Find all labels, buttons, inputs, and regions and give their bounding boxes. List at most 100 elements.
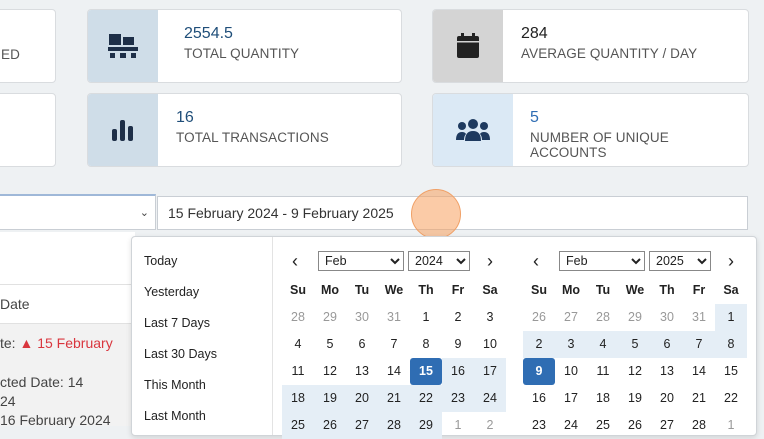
calendar-day[interactable]: 3 [555,331,587,358]
calendar-day[interactable]: 21 [683,385,715,412]
average-quantity-value: 284 [521,25,548,42]
calendar-day[interactable]: 12 [314,358,346,385]
calendar-day[interactable]: 31 [683,304,715,331]
calendar-day[interactable]: 23 [442,385,474,412]
month-select[interactable]: Feb [318,251,404,271]
calendar-day[interactable]: 6 [346,331,378,358]
calendar-day[interactable]: 5 [619,331,651,358]
weekday-header: Fr [451,283,465,297]
next-month-icon[interactable]: › [487,251,493,272]
calendar-day[interactable]: 4 [587,331,619,358]
calendar-day[interactable]: 22 [410,385,442,412]
calendar-day[interactable]: 11 [587,358,619,385]
weekday-header: Sa [723,283,739,297]
calendar-day[interactable]: 15 [715,358,747,385]
weekday-header: Mo [561,283,581,297]
weekday-header: Mo [320,283,340,297]
weekday-header: Tu [595,283,611,297]
calendar-day[interactable]: 10 [555,358,587,385]
calendar-day[interactable]: 9 [442,331,474,358]
next-month-icon[interactable]: › [728,251,734,272]
table-cell-label: te: ▲ 15 February [0,335,113,351]
calendar-day[interactable]: 16 [523,385,555,412]
calendar-day[interactable]: 14 [683,358,715,385]
year-select[interactable]: 2024 [408,251,470,271]
calendar-day[interactable]: 19 [619,385,651,412]
calendar-day[interactable]: 30 [651,304,683,331]
calendar-day[interactable]: 10 [474,331,506,358]
calendar-day[interactable]: 29 [619,304,651,331]
calendar-day[interactable]: 18 [587,385,619,412]
table-cell: cted Date: 14 [0,374,84,390]
calendar-day[interactable]: 20 [651,385,683,412]
calendar-day[interactable]: 17 [555,385,587,412]
range-last-month[interactable]: Last Month [144,409,206,423]
weekday-header: Fr [692,283,706,297]
calendar-day[interactable]: 8 [715,331,747,358]
calendar-day[interactable]: 18 [282,385,314,412]
calendar-day[interactable]: 19 [314,385,346,412]
calendar-day[interactable]: 21 [378,385,410,412]
calendar-day[interactable]: 28 [282,304,314,331]
unique-accounts-label: NUMBER OF UNIQUE ACCOUNTS [530,130,669,160]
calendar-icon [433,10,503,82]
calendar-day[interactable]: 13 [651,358,683,385]
calendar-day[interactable]: 2 [442,304,474,331]
range-last-7-days[interactable]: Last 7 Days [144,316,210,330]
calendar-day[interactable]: 9 [523,358,555,385]
date-range-picker: Today Yesterday Last 7 Days Last 30 Days… [131,236,757,439]
weekday-header: Tu [354,283,370,297]
weekday-header: We [384,283,404,297]
calendar-day[interactable]: 7 [378,331,410,358]
calendar-day[interactable]: 30 [346,304,378,331]
calendar-day[interactable]: 2 [523,331,555,358]
stat-card-partial-2 [0,93,56,167]
calendar-day[interactable]: 15 [410,358,442,385]
calendar-day[interactable]: 22 [715,385,747,412]
range-last-30-days[interactable]: Last 30 Days [144,347,217,361]
table-header-date: Date [0,296,30,312]
warning-icon: ▲ [19,335,34,351]
calendar-day[interactable]: 16 [442,358,474,385]
calendar-day[interactable]: 24 [474,385,506,412]
calendar-day[interactable]: 28 [587,304,619,331]
calendar-day[interactable]: 14 [378,358,410,385]
unique-accounts-value: 5 [530,109,539,126]
range-today[interactable]: Today [144,254,177,268]
prev-month-icon[interactable]: ‹ [292,251,298,272]
alert-date: 15 February [37,335,113,351]
bar-chart-icon [88,94,158,166]
calendar-day[interactable]: 11 [282,358,314,385]
weekday-header: Su [531,283,547,297]
calendar-day[interactable]: 4 [282,331,314,358]
calendar-day[interactable]: 29 [314,304,346,331]
calendar-day[interactable]: 13 [346,358,378,385]
range-presets: Today Yesterday Last 7 Days Last 30 Days… [132,237,273,435]
calendar-day[interactable]: 6 [651,331,683,358]
calendar-day[interactable]: 7 [683,331,715,358]
calendar-day[interactable]: 1 [410,304,442,331]
stat-card-unique-accounts: 5 NUMBER OF UNIQUE ACCOUNTS [432,93,749,167]
calendar-day[interactable]: 27 [555,304,587,331]
calendar-day[interactable]: 20 [346,385,378,412]
calendar-day[interactable]: 8 [410,331,442,358]
prev-month-icon[interactable]: ‹ [533,251,539,272]
calendar-day[interactable]: 26 [523,304,555,331]
weekday-header: Sa [482,283,498,297]
calendar-day[interactable]: 3 [474,304,506,331]
range-yesterday[interactable]: Yesterday [144,285,199,299]
stat-card-total-quantity: 2554.5 TOTAL QUANTITY [87,9,402,83]
filter-select[interactable]: ⌄ [0,194,156,230]
calendar-day[interactable]: 5 [314,331,346,358]
calendar-day[interactable]: 17 [474,358,506,385]
calendar-day[interactable]: 31 [378,304,410,331]
year-select[interactable]: 2025 [649,251,711,271]
total-transactions-label: TOTAL TRANSACTIONS [176,130,329,145]
calendar-day[interactable]: 12 [619,358,651,385]
users-icon [433,94,513,166]
calendar-day[interactable]: 1 [715,304,747,331]
month-select[interactable]: Feb [559,251,645,271]
chevron-down-icon: ⌄ [139,207,149,219]
weekday-header: Su [290,283,306,297]
range-this-month[interactable]: This Month [144,378,206,392]
